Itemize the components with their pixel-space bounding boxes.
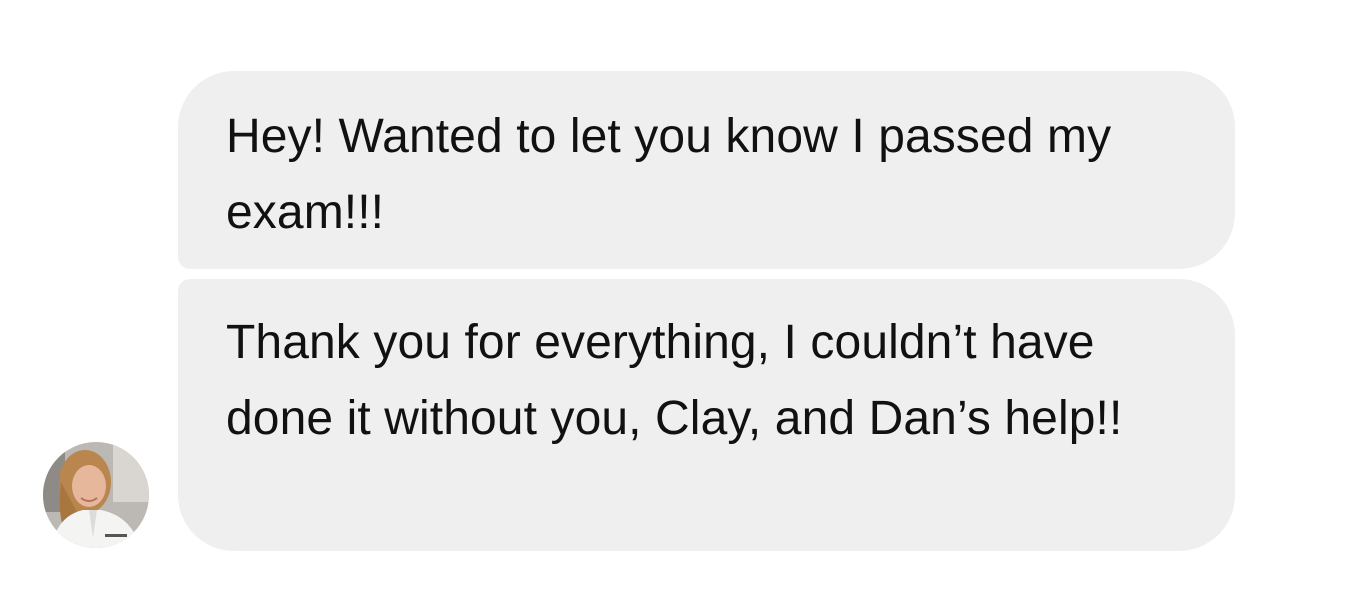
message-text: Thank you for everything, I couldn’t hav…: [226, 316, 1123, 445]
message-text: Hey! Wanted to let you know I passed my …: [226, 110, 1112, 239]
message-bubble[interactable]: Thank you for everything, I couldn’t hav…: [178, 279, 1235, 551]
message-bubble[interactable]: Hey! Wanted to let you know I passed my …: [178, 71, 1235, 269]
message-thread: Hey! Wanted to let you know I passed my …: [0, 0, 1348, 616]
sender-avatar[interactable]: [43, 442, 149, 548]
user-photo-avatar-icon: [43, 442, 149, 548]
